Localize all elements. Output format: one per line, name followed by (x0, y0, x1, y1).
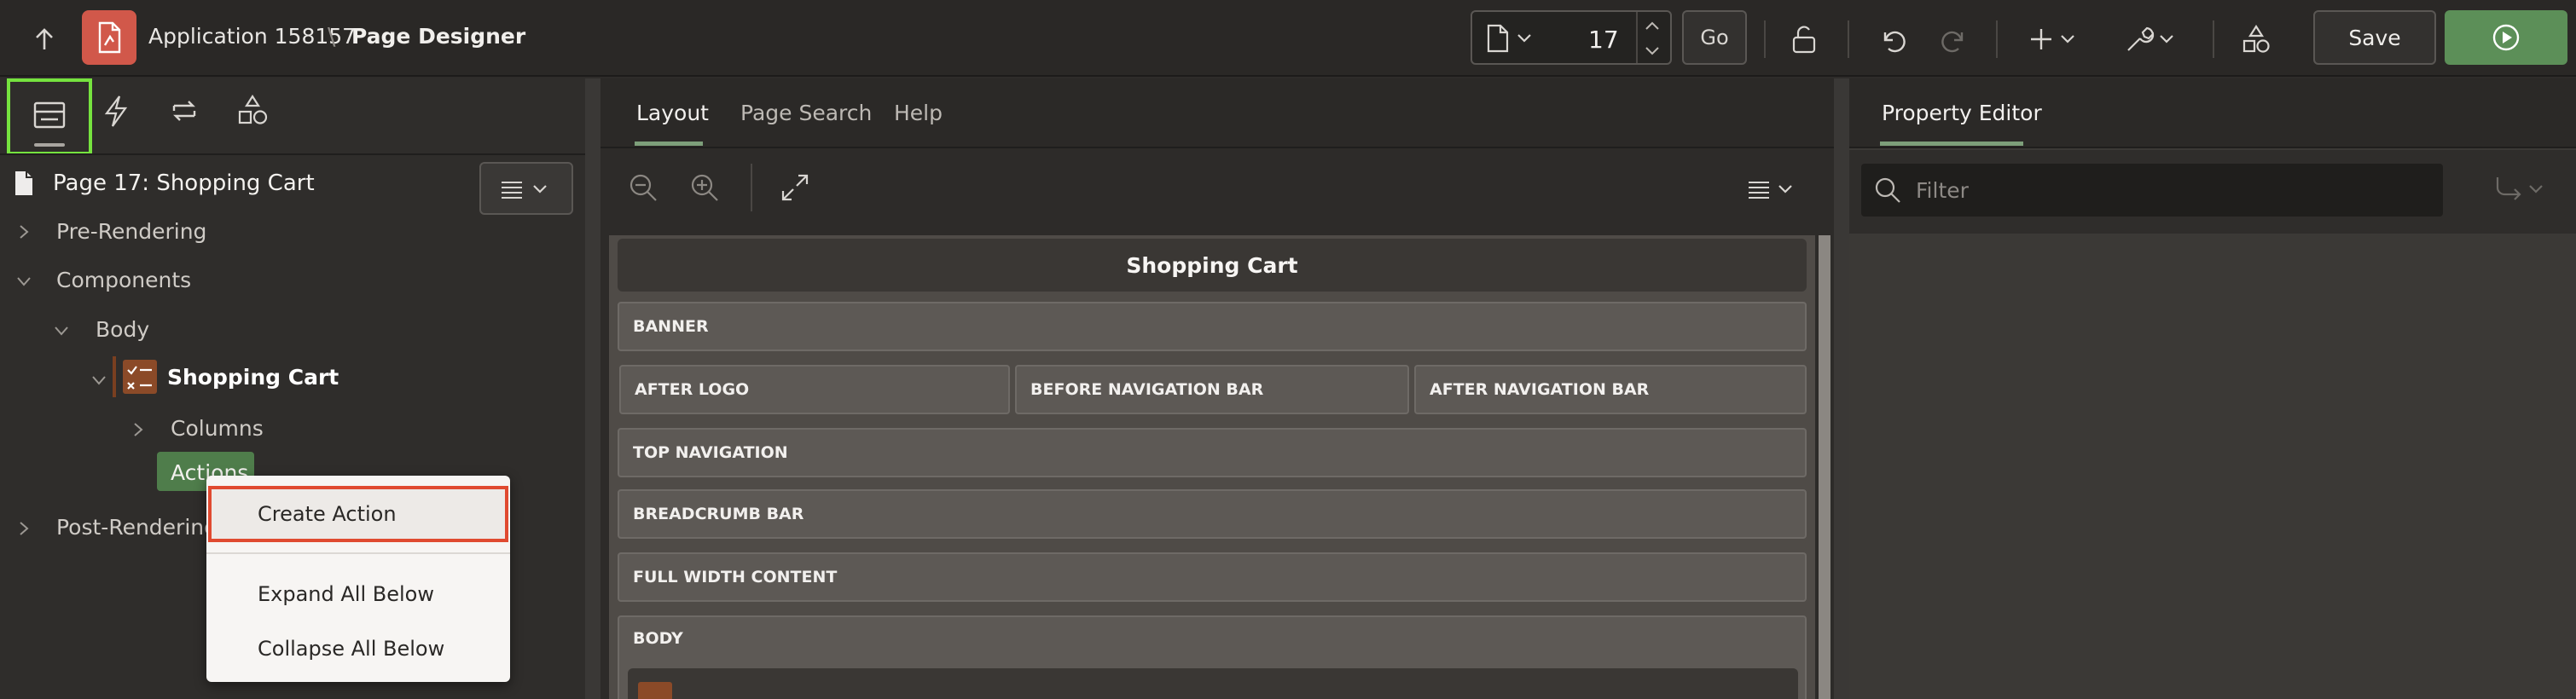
play-icon (2492, 24, 2520, 51)
region-before-navigation-bar[interactable]: BEFORE NAVIGATION BAR (1015, 365, 1409, 414)
app-name-link[interactable]: Application 158157 (148, 24, 356, 49)
undo-icon[interactable] (1873, 19, 1914, 60)
save-button[interactable]: Save (2313, 10, 2436, 65)
tab-property-editor[interactable]: Property Editor (1882, 101, 2042, 125)
tree-node-shopping-cart[interactable]: Shopping Cart (167, 365, 339, 390)
rendering-tree-icon (33, 101, 66, 129)
context-menu: Create Action Expand All Below Collapse … (206, 476, 510, 682)
page-node-title[interactable]: Page 17: Shopping Cart (53, 170, 315, 196)
spin-down-icon[interactable] (1645, 46, 1660, 56)
create-menu-button[interactable] (2025, 19, 2085, 60)
menu-item-collapse-all-below[interactable]: Collapse All Below (206, 624, 510, 673)
page-selector[interactable]: 17 (1471, 10, 1672, 65)
splitter-right[interactable] (1834, 78, 1849, 699)
tab-rendering[interactable] (7, 78, 92, 155)
splitter-left[interactable] (585, 78, 600, 699)
redo-icon[interactable] (1933, 19, 1974, 60)
menu-lines-icon (502, 182, 547, 199)
chevron-right-icon[interactable] (15, 520, 32, 537)
interactive-report-icon (638, 682, 672, 699)
layout-pane: Layout Page Search Help Shopping Cart BA… (600, 78, 1834, 699)
chevron-right-icon[interactable] (15, 223, 32, 240)
region-breadcrumb-bar[interactable]: BREADCRUMB BAR (618, 489, 1807, 539)
page-header-bar[interactable]: Shopping Cart (618, 239, 1807, 292)
property-filter-input[interactable]: Filter (1861, 164, 2443, 217)
chevron-down-icon[interactable] (53, 322, 70, 339)
spin-up-icon[interactable] (1645, 20, 1660, 31)
tree-node-post-rendering[interactable]: Post-Rendering (56, 515, 218, 540)
tree-node-body[interactable]: Body (96, 317, 149, 342)
layout-scrollbar[interactable] (1819, 235, 1830, 699)
tree-node-pre-rendering[interactable]: Pre-Rendering (56, 219, 206, 244)
region-after-logo[interactable]: AFTER LOGO (619, 365, 1010, 414)
chevron-down-icon (1517, 34, 1531, 43)
tree-menu-button[interactable] (479, 162, 573, 215)
menu-item-expand-all-below[interactable]: Expand All Below (206, 569, 510, 619)
breadcrumb-separator: \ (328, 22, 336, 50)
filter-placeholder: Filter (1916, 178, 1969, 203)
chevron-down-icon[interactable] (15, 273, 32, 290)
dynamic-actions-lightning-icon[interactable] (99, 94, 138, 133)
go-button[interactable]: Go (1682, 10, 1747, 65)
region-body-label: BODY (633, 629, 683, 648)
layout-canvas: Shopping Cart BANNER AFTER LOGO BEFORE N… (609, 235, 1815, 699)
tab-page-search[interactable]: Page Search (740, 101, 872, 125)
layout-tabs-bar: Layout Page Search Help (600, 78, 1834, 148)
app-icon[interactable] (82, 10, 136, 65)
processing-loop-icon[interactable] (167, 94, 206, 133)
zoom-out-icon[interactable] (628, 172, 659, 203)
shopping-cart-region-box[interactable] (628, 668, 1798, 699)
utilities-wrench-icon[interactable] (2121, 19, 2180, 60)
go-to-group-icon[interactable] (2492, 174, 2549, 205)
region-banner[interactable]: BANNER (618, 302, 1807, 351)
shared-components-shapes-icon[interactable] (235, 94, 275, 133)
region-body[interactable]: BODY (618, 615, 1807, 699)
chevron-down-icon[interactable] (90, 372, 107, 389)
zoom-in-icon[interactable] (689, 172, 720, 203)
menu-item-create-action[interactable]: Create Action (206, 489, 510, 539)
top-toolbar: Application 158157 \ Page Designer 17 Go… (0, 0, 2576, 77)
lock-icon[interactable] (1783, 19, 1825, 60)
region-after-navigation-bar[interactable]: AFTER NAVIGATION BAR (1414, 365, 1807, 414)
region-top-navigation[interactable]: TOP NAVIGATION (618, 428, 1807, 477)
page-icon (14, 170, 34, 197)
shared-components-icon[interactable] (2235, 19, 2277, 60)
expand-icon[interactable] (780, 172, 810, 203)
page-number-input[interactable]: 17 (1588, 26, 1619, 54)
run-button[interactable] (2445, 10, 2567, 65)
layout-menu-icon[interactable] (1747, 179, 1801, 199)
region-full-width-content[interactable]: FULL WIDTH CONTENT (618, 552, 1807, 602)
property-editor-pane: Property Editor Filter (1849, 78, 2576, 699)
tab-help[interactable]: Help (894, 101, 943, 125)
tree-node-components[interactable]: Components (56, 268, 191, 292)
property-tabs-bar: Property Editor (1849, 78, 2576, 148)
chevron-right-icon[interactable] (130, 421, 147, 438)
search-icon (1875, 177, 1900, 203)
tab-layout[interactable]: Layout (636, 101, 709, 125)
page-title: Page Designer (351, 24, 526, 49)
tree-node-columns[interactable]: Columns (171, 416, 264, 441)
interactive-report-icon (123, 360, 157, 394)
up-arrow-icon[interactable] (24, 19, 65, 60)
